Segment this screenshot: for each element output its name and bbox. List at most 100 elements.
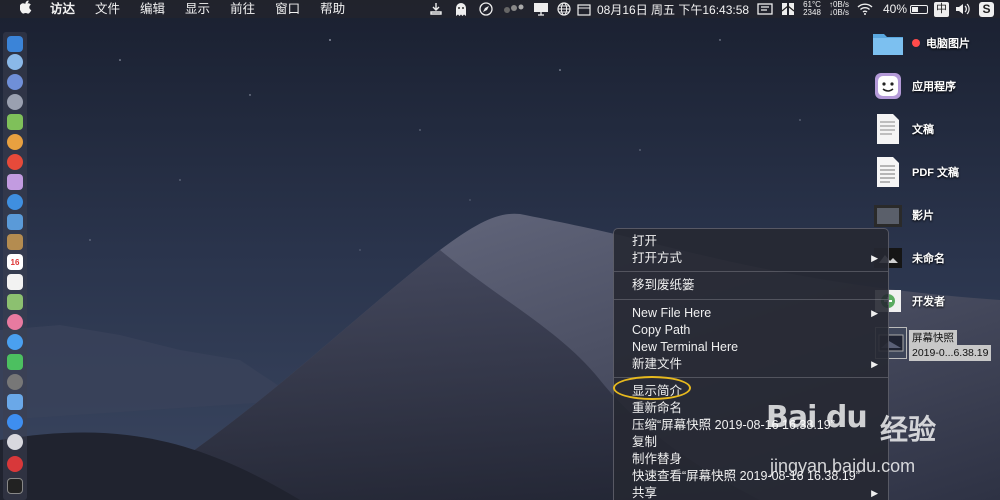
menu-item-label: 重新命名 <box>632 401 683 415</box>
desktop-item-label: 电脑图片 <box>926 38 970 50</box>
status-area: 08月16日 周五 下午16:43:58 61°C 2348 ↑0B/s ↓0B… <box>423 0 1000 18</box>
desktop-item-label: 未命名 <box>912 253 945 265</box>
launchpad-dock-icon[interactable] <box>7 94 23 110</box>
menu-item-label: 打开 <box>632 234 658 248</box>
wechat-dock-icon[interactable] <box>7 354 23 370</box>
ghost-icon[interactable] <box>453 0 469 18</box>
desktop-item-label: 文稿 <box>912 124 934 136</box>
display-icon[interactable] <box>757 0 773 18</box>
dock: 16 <box>3 32 27 500</box>
menu-finder[interactable]: 访达 <box>50 0 75 18</box>
safari-dock-icon[interactable] <box>7 54 23 70</box>
menu-window[interactable]: 窗口 <box>275 0 300 18</box>
desktop-item-label: 影片 <box>912 210 934 222</box>
battery-fill <box>912 6 918 12</box>
menu-item-new-terminal-here[interactable]: New Terminal Here <box>614 339 888 356</box>
submenu-arrow-icon: ▶ <box>871 308 878 318</box>
istat-icon[interactable] <box>781 0 795 18</box>
submenu-arrow-icon: ▶ <box>871 253 878 263</box>
finder-dock-icon[interactable] <box>7 36 23 52</box>
preview-dock-icon[interactable] <box>7 214 23 230</box>
desktop-item-computer-pictures[interactable]: 电脑图片 <box>872 27 970 59</box>
battery-icon[interactable] <box>910 4 928 14</box>
menu-go[interactable]: 前往 <box>230 0 255 18</box>
maps-dock-icon[interactable] <box>7 294 23 310</box>
app-dock-icon-1[interactable] <box>7 174 23 190</box>
keynote-dock-icon[interactable] <box>7 394 23 410</box>
menu-edit[interactable]: 编辑 <box>140 0 165 18</box>
app-folder-icon <box>872 70 904 102</box>
app-dock-icon-2[interactable] <box>7 434 23 450</box>
menu-item-move-to-trash[interactable]: 移到废纸篓 <box>614 277 888 294</box>
menu-item-new-file-here[interactable]: New File Here ▶ <box>614 305 888 322</box>
desktop-item-label: 应用程序 <box>912 81 956 93</box>
compass-dock-icon[interactable] <box>7 194 23 210</box>
messages-dock-icon[interactable] <box>7 334 23 350</box>
photos-dock-icon[interactable] <box>7 314 23 330</box>
network-speed-readout: ↑0B/s ↓0B/s <box>829 0 849 18</box>
apple-menu-icon[interactable] <box>16 0 36 18</box>
menu-item-open-with[interactable]: 打开方式 ▶ <box>614 250 888 267</box>
menu-item-copy-path[interactable]: Copy Path <box>614 322 888 339</box>
watermark-logo: Bai du <box>766 400 868 435</box>
desktop-item-label: PDF 文稿 <box>912 167 960 179</box>
desktop-item-applications[interactable]: 应用程序 <box>872 70 956 102</box>
chrome-dock-icon[interactable] <box>7 134 23 150</box>
menu-item-label: 显示简介 <box>632 384 683 398</box>
menu-item-open[interactable]: 打开 <box>614 233 888 250</box>
menu-item-label: 制作替身 <box>632 452 683 466</box>
movies-icon <box>872 199 904 231</box>
menu-view[interactable]: 显示 <box>185 0 210 18</box>
globe-icon[interactable] <box>557 0 571 18</box>
fan-rpm-value: 2348 <box>803 8 821 17</box>
menu-item-label: New File Here <box>632 306 712 320</box>
s-app-icon[interactable]: S <box>979 1 994 17</box>
desktop-item-pdf-documents[interactable]: PDF 文稿 <box>872 156 959 188</box>
screenshot-file-label-line2[interactable]: 2019-0...6.38.19 <box>909 345 992 361</box>
menu-bar: 访达 文件 编辑 显示 前往 窗口 帮助 08月16日 周五 下午16:43:5… <box>0 0 1000 18</box>
wifi-icon[interactable] <box>857 0 873 18</box>
desktop-item-documents[interactable]: 文稿 <box>872 113 934 145</box>
temperature-readout: 61°C 2348 <box>803 0 821 18</box>
calendar-icon[interactable] <box>577 0 591 18</box>
menu-file[interactable]: 文件 <box>95 0 120 18</box>
menubar-clock[interactable]: 08月16日 周五 下午16:43:58 <box>597 1 749 18</box>
terminal-dock-icon[interactable] <box>7 478 23 494</box>
compass-icon[interactable] <box>479 0 493 18</box>
netease-music-dock-icon[interactable] <box>7 154 23 170</box>
desktop-item-movies[interactable]: 影片 <box>872 199 934 231</box>
menu-item-label: 移到废纸篓 <box>632 278 695 292</box>
menu-item-new-file[interactable]: 新建文件 ▶ <box>614 356 888 373</box>
system-preferences-dock-icon[interactable] <box>7 374 23 390</box>
menu-separator <box>614 299 888 300</box>
folder-icon <box>872 27 904 59</box>
battery-percent[interactable]: 40% <box>883 2 907 16</box>
android-dock-icon[interactable] <box>7 114 23 130</box>
siri-dock-icon[interactable] <box>7 74 23 90</box>
calendar-dock-icon[interactable]: 16 <box>7 254 23 270</box>
vivaldi-dock-icon[interactable] <box>7 456 23 472</box>
reminders-dock-icon[interactable] <box>7 274 23 290</box>
download-icon[interactable] <box>429 0 443 18</box>
notes-dock-icon[interactable] <box>7 234 23 250</box>
menu-separator <box>614 271 888 272</box>
red-tag-dot <box>912 39 920 47</box>
volume-icon[interactable] <box>955 0 971 18</box>
document-icon <box>872 113 904 145</box>
menu-separator <box>614 377 888 378</box>
watermark-url: jingyan.baidu.com <box>770 456 916 476</box>
screenshot-file-label-line1[interactable]: 屏幕快照 <box>909 330 957 346</box>
pdf-document-icon <box>872 156 904 188</box>
menu-item-label: 共享 <box>632 486 658 500</box>
desktop-item-label: 开发者 <box>912 296 945 308</box>
menu-item-label: 复制 <box>632 435 658 449</box>
watermark: Bai du 经验 jingyan.baidu.com <box>762 390 1000 500</box>
dots-icon[interactable] <box>503 0 525 18</box>
app-store-dock-icon[interactable] <box>7 414 23 430</box>
net-down-value: ↓0B/s <box>828 8 849 17</box>
menu-help[interactable]: 帮助 <box>320 0 345 18</box>
menu-item-label: Copy Path <box>632 323 691 337</box>
screen-sharing-icon[interactable] <box>533 0 549 18</box>
input-method-icon[interactable]: 中 <box>934 1 949 17</box>
watermark-text: 经验 <box>880 414 937 445</box>
